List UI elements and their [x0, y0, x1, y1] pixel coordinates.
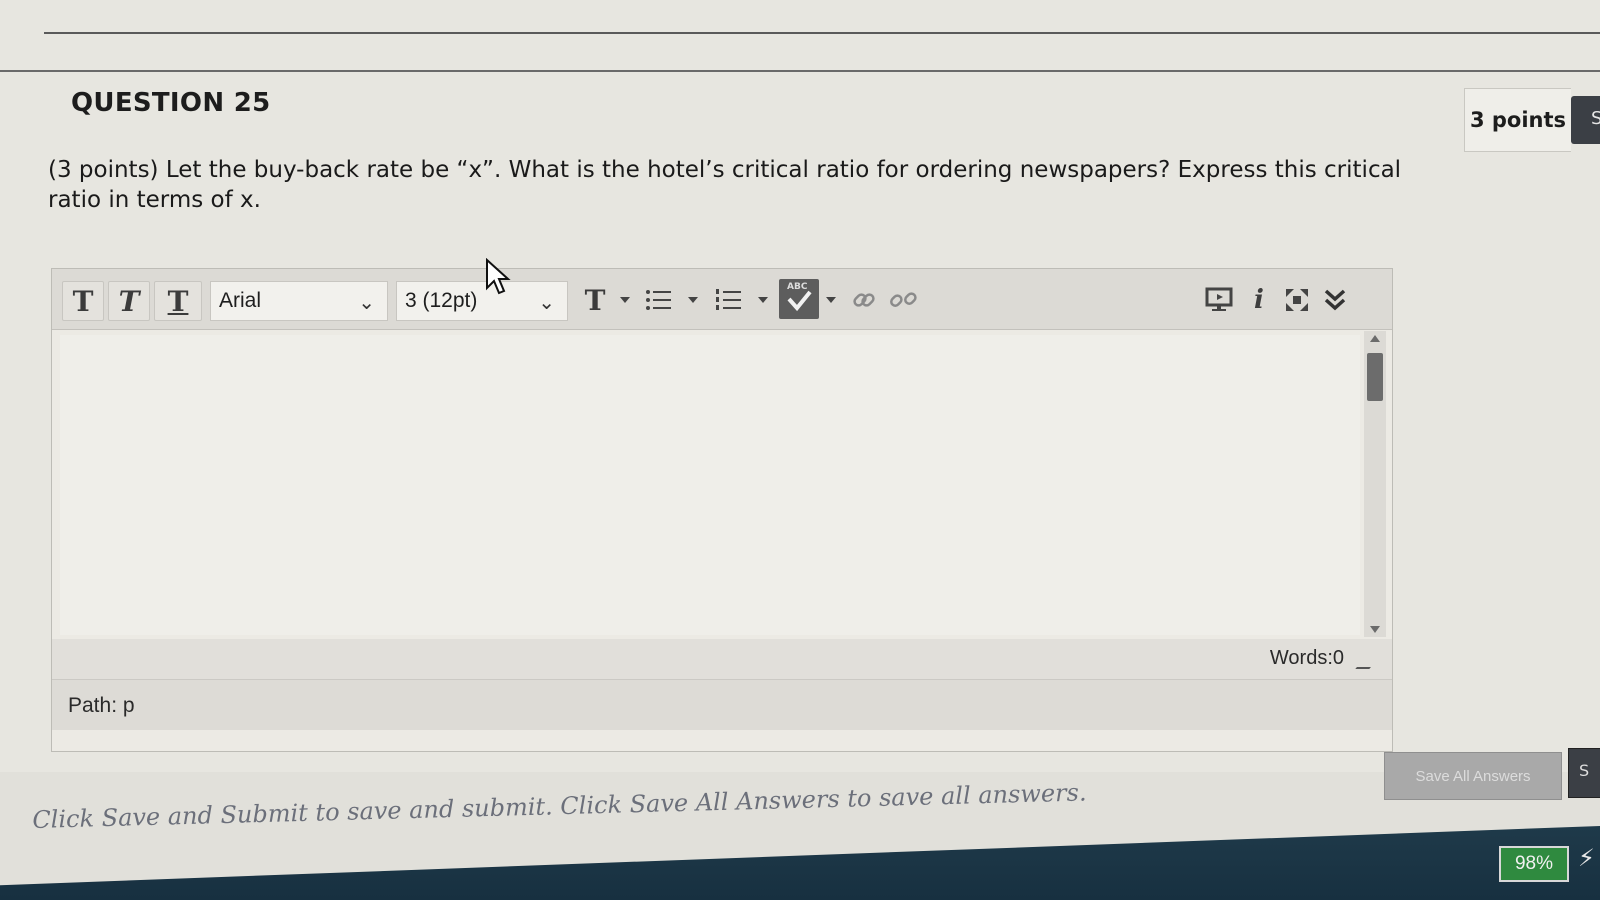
bullet-list-button[interactable]	[642, 281, 676, 319]
question-side-tab[interactable]: S	[1571, 96, 1600, 144]
element-path: Path: p	[68, 694, 135, 717]
bold-button[interactable]: T	[62, 281, 104, 321]
fullscreen-icon	[1286, 289, 1308, 311]
question-divider	[0, 70, 1600, 72]
underline-button[interactable]: T	[154, 281, 202, 321]
chevron-down-icon: ⌄	[538, 292, 555, 314]
bold-icon: T	[72, 284, 94, 318]
text-color-dropdown-icon[interactable]	[620, 297, 630, 303]
preview-icon	[1205, 287, 1233, 311]
editor-toolbar: T T T Arial ⌄ 3 (12pt) ⌄ T ABC i	[52, 269, 1392, 330]
charging-icon: ⚡	[1578, 844, 1595, 872]
scroll-up-icon[interactable]	[1370, 335, 1380, 342]
spellcheck-dropdown-icon[interactable]	[826, 297, 836, 303]
top-divider	[44, 32, 1600, 34]
font-family-select[interactable]: Arial ⌄	[210, 281, 388, 321]
double-chevron-down-icon	[1324, 289, 1346, 311]
word-count: Words:0	[1269, 647, 1344, 669]
chevron-down-icon: ⌄	[358, 292, 375, 314]
preview-button[interactable]	[1202, 281, 1236, 319]
info-button[interactable]: i	[1246, 281, 1272, 319]
bullet-list-dropdown-icon[interactable]	[688, 297, 698, 303]
text-color-icon: T	[584, 283, 606, 317]
unlink-icon	[890, 292, 917, 307]
mouse-cursor-icon	[486, 258, 511, 295]
question-side-tab-label: S	[1591, 108, 1600, 129]
editor-status-bar: Words:0	[52, 639, 1392, 679]
scroll-down-icon[interactable]	[1370, 626, 1380, 633]
question-prompt: (3 points) Let the buy-back rate be “x”.…	[48, 157, 1402, 213]
remove-link-button[interactable]	[886, 281, 922, 319]
font-size-value: 3 (12pt)	[405, 289, 478, 312]
spellcheck-icon: ABC	[779, 279, 819, 319]
fullscreen-button[interactable]	[1280, 281, 1314, 319]
numbered-list-button[interactable]	[712, 281, 746, 319]
points-badge: 3 points	[1464, 88, 1571, 152]
italic-icon: T	[118, 284, 140, 318]
resize-grip-icon[interactable]	[1355, 653, 1383, 669]
text-color-button[interactable]: T	[576, 281, 614, 319]
save-and-submit-label: S	[1579, 761, 1590, 780]
save-and-submit-button[interactable]: S	[1568, 748, 1600, 798]
scrollbar-thumb[interactable]	[1367, 353, 1383, 401]
insert-link-button[interactable]	[848, 281, 880, 319]
bullet-list-icon	[646, 290, 671, 310]
expand-toolbar-button[interactable]	[1320, 281, 1350, 319]
italic-button[interactable]: T	[108, 281, 150, 321]
editor-scrollbar[interactable]	[1364, 331, 1386, 637]
answer-text-area[interactable]	[60, 335, 1360, 635]
rich-text-editor: T T T Arial ⌄ 3 (12pt) ⌄ T ABC i Words:0…	[51, 268, 1393, 752]
font-family-value: Arial	[219, 289, 262, 312]
link-icon	[853, 293, 875, 307]
check-mark-icon	[787, 290, 812, 312]
question-title: QUESTION 25	[71, 88, 271, 118]
numbered-list-dropdown-icon[interactable]	[758, 297, 768, 303]
spellcheck-button[interactable]: ABC	[779, 279, 819, 319]
font-size-select[interactable]: 3 (12pt) ⌄	[396, 281, 568, 321]
numbered-list-icon	[716, 289, 741, 310]
save-all-answers-button[interactable]: Save All Answers	[1384, 752, 1562, 800]
info-icon: i	[1254, 285, 1264, 315]
element-path-bar: Path: p	[52, 679, 1392, 730]
underline-icon: T	[167, 284, 189, 318]
battery-indicator: 98%	[1499, 846, 1569, 882]
